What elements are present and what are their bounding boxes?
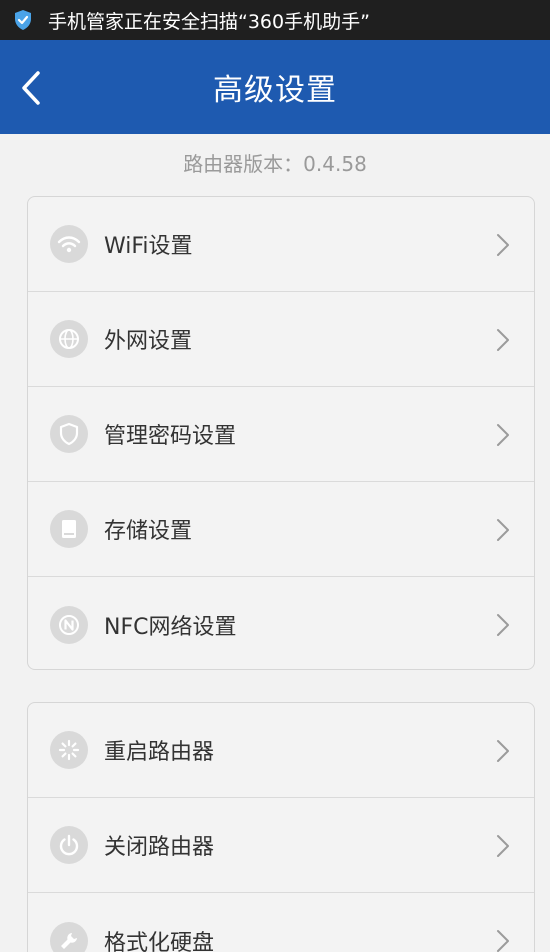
status-notification-text: 手机管家正在安全扫描“360手机助手” xyxy=(48,10,370,33)
page-title: 高级设置 xyxy=(213,73,337,108)
item-label: 格式化硬盘 xyxy=(104,930,215,952)
wrench-icon xyxy=(50,921,88,952)
chevron-right-icon xyxy=(497,930,509,952)
router-version-text: 路由器版本：0.4.58 xyxy=(183,152,367,176)
chevron-right-icon xyxy=(497,614,509,636)
status-bar: 手机管家正在安全扫描“360手机助手” xyxy=(0,0,550,40)
restart-router-item[interactable]: 重启路由器 xyxy=(28,703,534,798)
back-button[interactable] xyxy=(14,68,48,108)
admin-password-settings-item[interactable]: 管理密码设置 xyxy=(28,387,534,482)
power-icon xyxy=(50,826,88,864)
chevron-right-icon xyxy=(497,519,509,541)
shutdown-router-item[interactable]: 关闭路由器 xyxy=(28,798,534,893)
storage-icon xyxy=(50,510,88,548)
item-label: 存储设置 xyxy=(104,519,193,544)
item-label: 外网设置 xyxy=(104,329,193,354)
globe-icon xyxy=(50,320,88,358)
settings-group-system: 重启路由器 关闭路由器 格式化硬盘 xyxy=(27,702,535,952)
shield-check-icon xyxy=(12,9,34,31)
storage-settings-item[interactable]: 存储设置 xyxy=(28,482,534,577)
title-bar: 高级设置 xyxy=(0,40,550,134)
chevron-right-icon xyxy=(497,234,509,256)
format-disk-item[interactable]: 格式化硬盘 xyxy=(28,893,534,952)
item-label: WiFi设置 xyxy=(104,234,193,259)
wifi-icon xyxy=(50,225,88,263)
item-label: 关闭路由器 xyxy=(104,835,215,860)
restart-icon xyxy=(50,731,88,769)
chevron-left-icon xyxy=(22,71,40,105)
nfc-icon xyxy=(50,605,88,644)
shield-icon xyxy=(50,415,88,453)
chevron-right-icon xyxy=(497,740,509,762)
item-label: 管理密码设置 xyxy=(104,424,237,449)
chevron-right-icon xyxy=(497,424,509,446)
item-label: NFC网络设置 xyxy=(104,614,237,640)
wifi-settings-item[interactable]: WiFi设置 xyxy=(28,197,534,292)
chevron-right-icon xyxy=(497,329,509,351)
wan-settings-item[interactable]: 外网设置 xyxy=(28,292,534,387)
item-label: 重启路由器 xyxy=(104,740,215,765)
chevron-right-icon xyxy=(497,835,509,857)
settings-group-main: WiFi设置 外网设置 管理密码设置 存储设置 NFC网络设置 xyxy=(27,196,535,670)
nfc-settings-item[interactable]: NFC网络设置 xyxy=(28,577,534,669)
